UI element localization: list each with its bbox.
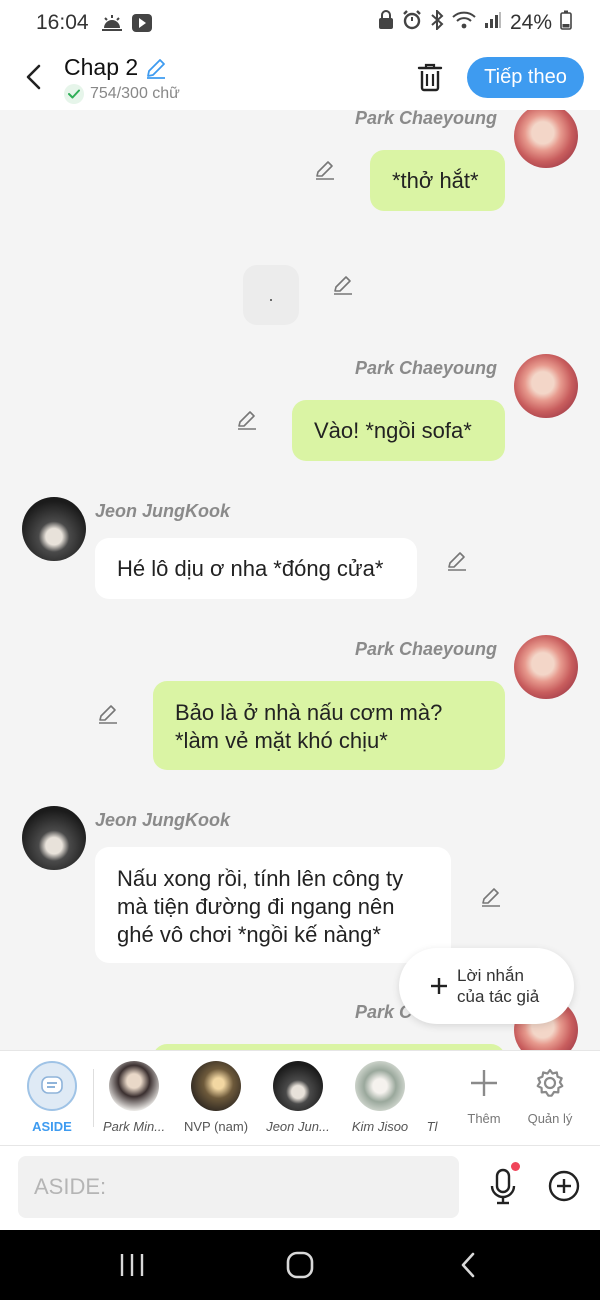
pencil-icon[interactable]	[144, 56, 168, 80]
avatar[interactable]	[22, 806, 86, 870]
notification-dot	[511, 1162, 520, 1171]
check-circle-icon	[64, 84, 84, 104]
voice-input-button[interactable]	[486, 1166, 520, 1208]
battery-icon	[560, 10, 572, 36]
manage-label: Quản lý	[527, 1111, 573, 1126]
character-park-min[interactable]: Park Min...	[93, 1061, 175, 1134]
home-icon	[286, 1251, 314, 1279]
character-label: ASIDE	[32, 1119, 72, 1134]
alarm-icon	[402, 10, 422, 36]
edit-message-icon[interactable]	[479, 885, 503, 909]
character-kim-jisoo[interactable]: Kim Jisoo	[339, 1061, 421, 1134]
delete-button[interactable]	[414, 60, 446, 94]
word-count-text: 754/300 chữ	[90, 85, 180, 102]
system-nav-bar	[0, 1230, 600, 1300]
recent-apps-button[interactable]	[112, 1248, 152, 1282]
plus-circle-icon	[548, 1170, 580, 1202]
speaker-name: Jeon JungKook	[95, 810, 231, 830]
edit-message-icon[interactable]	[96, 702, 120, 726]
manage-button[interactable]: Quản lý	[520, 1065, 580, 1126]
chapter-title-text: Chap 2	[64, 54, 139, 80]
chevron-left-icon	[26, 64, 41, 90]
aside-icon	[27, 1061, 77, 1111]
character-label: Jeon Jun...	[266, 1119, 330, 1134]
character-label: Tl	[426, 1119, 438, 1134]
battery-percent: 24%	[509, 11, 552, 34]
author-note-button[interactable]: Lời nhắn của tác giả	[399, 948, 574, 1024]
gear-icon	[520, 1065, 580, 1101]
character-label: Park Min...	[102, 1119, 166, 1134]
character-nvp[interactable]: NVP (nam)	[175, 1061, 257, 1134]
edit-message-icon[interactable]	[445, 549, 469, 573]
edit-message-icon[interactable]	[235, 408, 259, 432]
avatar[interactable]	[514, 110, 578, 168]
microphone-icon	[490, 1168, 516, 1205]
message-input[interactable]	[18, 1156, 459, 1218]
avatar	[109, 1061, 159, 1111]
signal-icon	[484, 11, 502, 35]
character-selector: ASIDE Park Min... NVP (nam) Jeon Jun... …	[0, 1050, 600, 1146]
status-icons: 24%	[378, 8, 572, 36]
add-character-button[interactable]: Thêm	[454, 1065, 514, 1126]
word-count: 754/300 chữ	[64, 84, 180, 104]
character-aside[interactable]: ASIDE	[11, 1061, 93, 1134]
character-label: Kim Jisoo	[351, 1119, 409, 1134]
message-bubble[interactable]: Nấu xong rồi, tính lên công ty mà tiện đ…	[95, 847, 451, 963]
message-bubble[interactable]: *thở hắt*	[370, 150, 505, 211]
wifi-icon	[452, 11, 476, 35]
speaker-name: Park Chaeyoung	[355, 110, 498, 128]
back-nav-button[interactable]	[448, 1248, 488, 1282]
author-note-label: Lời nhắn của tác giả	[457, 966, 540, 1006]
avatar	[355, 1061, 405, 1111]
character-label: NVP (nam)	[183, 1119, 249, 1134]
avatar	[273, 1061, 323, 1111]
character-partial[interactable]: Tl	[421, 1061, 443, 1134]
input-bar	[0, 1146, 600, 1230]
add-button[interactable]	[546, 1168, 582, 1204]
chapter-title[interactable]: Chap 2	[64, 54, 168, 81]
weather-icon	[101, 14, 123, 32]
bluetooth-icon	[430, 8, 444, 36]
message-bubble[interactable]: Hé lô dịu ơ nha *đóng cửa*	[95, 538, 417, 599]
trash-icon	[417, 63, 443, 92]
speaker-name: Park Chaeyoung	[355, 639, 498, 659]
chat-area[interactable]: Park Chaeyoung *thở hắt* . Park Chaeyoun…	[0, 110, 600, 1050]
add-character-label: Thêm	[467, 1111, 501, 1126]
back-button[interactable]	[18, 62, 48, 92]
status-bar: 16:04 24%	[0, 0, 600, 46]
edit-message-icon[interactable]	[313, 158, 337, 182]
avatar[interactable]	[514, 635, 578, 699]
avatar[interactable]	[22, 497, 86, 561]
youtube-notification-icon	[131, 13, 153, 33]
speaker-name: Jeon JungKook	[95, 501, 231, 521]
status-time: 16:04	[36, 11, 89, 34]
plus-icon	[454, 1065, 514, 1101]
speaker-name: Park Chaeyoung	[355, 358, 498, 378]
app-header: Chap 2 754/300 chữ Tiếp theo	[0, 46, 600, 110]
avatar[interactable]	[514, 354, 578, 418]
recent-apps-icon	[120, 1254, 144, 1276]
avatar	[191, 1061, 241, 1111]
message-bubble[interactable]: .	[243, 265, 299, 325]
home-button[interactable]	[280, 1248, 320, 1282]
chevron-left-icon	[461, 1252, 475, 1278]
next-button[interactable]: Tiếp theo	[467, 57, 584, 98]
plus-icon	[431, 978, 447, 994]
character-jeon-jungkook[interactable]: Jeon Jun...	[257, 1061, 339, 1134]
lock-icon	[378, 10, 394, 36]
edit-message-icon[interactable]	[331, 273, 355, 297]
message-bubble[interactable]: Bảo là ở nhà nấu cơm mà? *làm vẻ mặt khó…	[153, 681, 505, 770]
message-bubble[interactable]: Vào! *ngồi sofa*	[292, 400, 505, 461]
